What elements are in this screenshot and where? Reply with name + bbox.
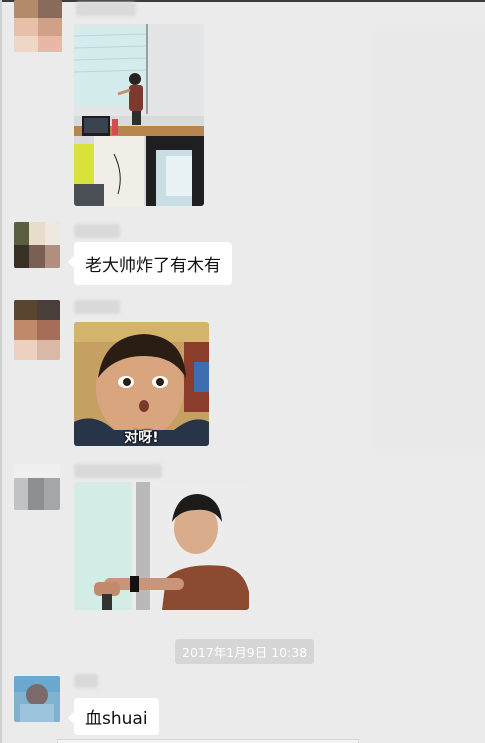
timestamp: 2017年1月9日 10:38: [175, 639, 315, 664]
sticker-caption: 对呀!: [124, 430, 159, 446]
sender-name: [74, 224, 120, 238]
message-text: 血shuai: [85, 709, 148, 729]
man-checking-watch-photo: [74, 482, 249, 610]
message-text-bubble[interactable]: 老大帅炸了有木有: [68, 242, 232, 285]
message-image[interactable]: [74, 482, 249, 610]
avatar[interactable]: [14, 222, 60, 268]
sender-name: [76, 2, 136, 16]
sender-name: [74, 300, 120, 314]
message-1: [14, 0, 474, 208]
top-border: [2, 0, 485, 2]
chat-window: 老大帅炸了有木有 对呀! 2017年1月9日 10:38 血shuai: [0, 0, 485, 743]
sender-name: [74, 674, 98, 688]
avatar[interactable]: [14, 0, 62, 52]
classroom-photo: [74, 24, 204, 206]
message-3: 对呀!: [14, 300, 474, 450]
input-bar-edge[interactable]: [57, 739, 359, 743]
message-2: 老大帅炸了有木有: [14, 222, 474, 285]
avatar[interactable]: [14, 676, 60, 722]
avatar[interactable]: [14, 300, 60, 360]
sticker-image[interactable]: 对呀!: [74, 322, 209, 446]
message-image[interactable]: [74, 24, 204, 206]
avatar[interactable]: [14, 464, 60, 510]
message-4: [14, 462, 474, 612]
message-5: 血shuai: [14, 674, 474, 736]
message-text-bubble[interactable]: 血shuai: [68, 698, 159, 735]
message-text: 老大帅炸了有木有: [85, 256, 221, 276]
sender-name: [74, 464, 162, 478]
